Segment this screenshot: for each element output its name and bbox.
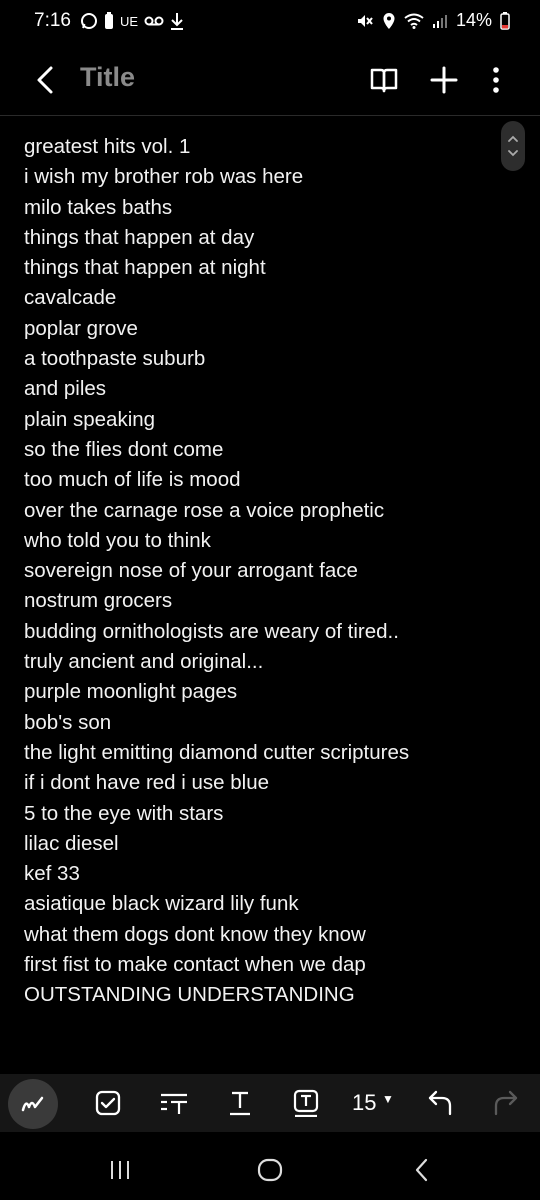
- more-vertical-icon[interactable]: [476, 60, 516, 100]
- note-line: truly ancient and original...: [24, 650, 264, 674]
- download-icon: [170, 12, 184, 30]
- note-line: OUTSTANDING UNDERSTANDING: [24, 983, 355, 1007]
- undo-icon[interactable]: [418, 1081, 462, 1125]
- note-line: so the flies dont come: [24, 437, 224, 461]
- note-line: things that happen at day: [24, 225, 255, 249]
- note-line: budding ornithologists are weary of tire…: [24, 619, 399, 643]
- dropdown-arrow-icon[interactable]: ▼: [382, 1092, 394, 1106]
- battery-saver-icon: [104, 12, 114, 30]
- text-box-icon[interactable]: [284, 1081, 328, 1125]
- note-line: things that happen at night: [24, 256, 266, 280]
- note-line: nostrum grocers: [24, 589, 173, 613]
- home-icon[interactable]: [250, 1150, 290, 1190]
- note-line: first fist to make contact when we dap: [24, 953, 366, 977]
- mute-icon: [356, 12, 374, 30]
- note-line: plain speaking: [24, 407, 156, 431]
- checkbox-icon[interactable]: [86, 1081, 130, 1125]
- note-body[interactable]: greatest hits vol. 1 i wish my brother ro…: [24, 132, 494, 1011]
- note-line: if i dont have red i use blue: [24, 771, 270, 795]
- underline-text-icon[interactable]: [218, 1081, 262, 1125]
- note-line: bob's son: [24, 710, 112, 734]
- appbar-divider: [0, 115, 540, 116]
- plus-icon[interactable]: [424, 60, 464, 100]
- note-line: what them dogs dont know they know: [24, 922, 366, 946]
- note-line: poplar grove: [24, 316, 138, 340]
- wifi-icon: [404, 13, 424, 29]
- battery-percent: 14%: [455, 10, 492, 30]
- recents-icon[interactable]: [100, 1150, 140, 1190]
- note-line: over the carnage rose a voice prophetic: [24, 498, 385, 522]
- scroll-arrows-icon: [508, 135, 518, 157]
- redo-icon[interactable]: [484, 1081, 528, 1125]
- location-icon: [382, 12, 396, 30]
- note-line: cavalcade: [24, 286, 117, 310]
- note-title[interactable]: Title: [80, 62, 135, 93]
- note-line: 5 to the eye with stars: [24, 801, 224, 825]
- note-line: asiatique black wizard lily funk: [24, 892, 299, 916]
- book-icon[interactable]: [364, 60, 404, 100]
- battery-icon: [500, 11, 510, 30]
- note-line: the light emitting diamond cutter script…: [24, 740, 410, 764]
- note-line: i wish my brother rob was here: [24, 165, 304, 189]
- note-line: too much of life is mood: [24, 468, 241, 492]
- note-line: purple moonlight pages: [24, 680, 238, 704]
- voicemail-icon: [144, 15, 164, 27]
- note-line: milo takes baths: [24, 195, 173, 219]
- note-line: a toothpaste suburb: [24, 347, 206, 371]
- note-line: kef 33: [24, 862, 80, 886]
- text-style-icon[interactable]: [152, 1081, 196, 1125]
- font-size-value[interactable]: 15: [352, 1090, 376, 1116]
- whatsapp-icon: [80, 12, 98, 30]
- status-left-icons: UE: [80, 12, 184, 30]
- scroll-handle[interactable]: [501, 121, 525, 171]
- signal-icon: [432, 13, 448, 29]
- back-chevron-icon[interactable]: [26, 60, 66, 100]
- pen-icon[interactable]: [8, 1079, 58, 1129]
- app-bar: Title: [0, 48, 540, 114]
- carrier-label: UE: [120, 13, 139, 29]
- note-line: who told you to think: [24, 528, 211, 552]
- note-line: sovereign nose of your arrogant face: [24, 559, 358, 583]
- note-line: and piles: [24, 377, 107, 401]
- system-nav-bar: [0, 1134, 540, 1200]
- formatting-toolbar: 15 ▼: [0, 1074, 540, 1132]
- status-right-icons: 14%: [356, 10, 510, 31]
- status-time: 7:16: [34, 10, 71, 31]
- note-line: lilac diesel: [24, 831, 119, 855]
- status-bar: 7:16 UE 14%: [0, 0, 540, 44]
- back-icon[interactable]: [402, 1150, 442, 1190]
- note-line: greatest hits vol. 1: [24, 135, 191, 158]
